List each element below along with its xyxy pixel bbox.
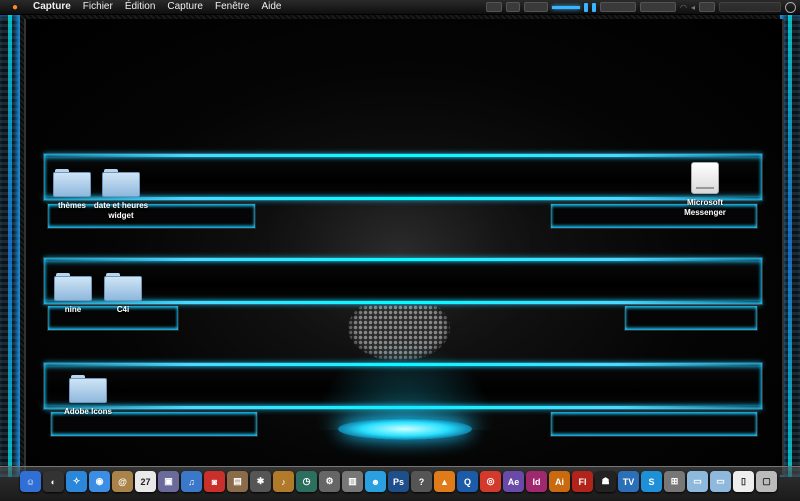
folder-icon	[104, 273, 142, 301]
menu-capture[interactable]: Capture	[161, 0, 209, 14]
safari-icon[interactable]: ✧	[66, 471, 87, 492]
network-meter-icon[interactable]	[592, 2, 596, 12]
finder-icon[interactable]: ☺	[20, 471, 41, 492]
desktop-icon-label: C4i	[116, 305, 130, 314]
toolbox-icon[interactable]: ▥	[342, 471, 363, 492]
status-item-icon[interactable]	[486, 2, 502, 12]
menu-bar: ● Capture Fichier Édition Capture Fenêtr…	[0, 0, 800, 15]
status-menu-area: ◠ ◂	[486, 0, 796, 14]
menu-fenetre[interactable]: Fenêtre	[209, 0, 255, 14]
desktop-app-microsoft-messenger[interactable]: Microsoft Messenger	[670, 162, 740, 218]
desktop-icon-label: Adobe Icons	[63, 407, 112, 416]
desktop-icon-label: nine	[64, 305, 82, 314]
itunes-icon[interactable]: ♫	[181, 471, 202, 492]
pedestal-light-beam	[315, 340, 495, 430]
automator-icon[interactable]: ✱	[250, 471, 271, 492]
shelf-ledge-right	[624, 305, 758, 331]
photo-booth-icon[interactable]: ◙	[204, 471, 225, 492]
photoshop-icon[interactable]: Ps	[388, 471, 409, 492]
apple-icon[interactable]: ●	[9, 1, 21, 13]
menu-edition[interactable]: Édition	[119, 0, 162, 14]
glowing-pedestal-decoration	[330, 418, 482, 466]
status-item-icon[interactable]	[600, 2, 636, 12]
applications-folder-icon[interactable]: ▭	[687, 471, 708, 492]
time-machine-icon[interactable]: ◷	[296, 471, 317, 492]
ninja-icon[interactable]: ☗	[595, 471, 616, 492]
battery-icon[interactable]	[699, 2, 715, 12]
dashboard-icon[interactable]: ◐	[43, 471, 64, 492]
cpu-meter-icon[interactable]	[552, 5, 580, 9]
skype-icon[interactable]: S	[641, 471, 662, 492]
messenger-icon[interactable]: ☻	[365, 471, 386, 492]
desktop-icon-label: thèmes	[57, 201, 86, 210]
shelf-ledge-right	[550, 411, 758, 437]
indesign-icon[interactable]: Id	[526, 471, 547, 492]
help-icon[interactable]: ?	[411, 471, 432, 492]
tv-icon[interactable]: TV	[618, 471, 639, 492]
disk-image-icon	[691, 162, 719, 194]
ical-icon[interactable]: 27	[135, 471, 156, 492]
menu-aide[interactable]: Aide	[255, 0, 287, 14]
desktop-folder-date-et-heures-widget[interactable]: date et heures widget	[86, 169, 156, 221]
garageband-icon[interactable]: ♪	[273, 471, 294, 492]
calculator-icon[interactable]: ⊞	[664, 471, 685, 492]
menu-fichier[interactable]: Fichier	[77, 0, 119, 14]
flash-icon[interactable]: Fl	[572, 471, 593, 492]
left-frame-decoration	[0, 15, 20, 477]
dock-icon-list: ☺ ◐ ✧ ◉ @27 ▣ ♫ ◙ ▤ ✱ ♪ ◷ ⚙ ▥ ☻ Ps? ▲ Q ◎ Ae Id Ai Fl ☗ TV S ⊞ ▭ ▭ ▯ ▢	[20, 471, 777, 492]
illustrator-icon[interactable]: Ai	[549, 471, 570, 492]
desktop-icon-label: Microsoft Messenger	[684, 198, 726, 217]
quicktime-icon[interactable]: Q	[457, 471, 478, 492]
clock-status-item[interactable]	[719, 2, 781, 12]
folder-icon	[69, 375, 107, 403]
folder-icon	[54, 273, 92, 301]
documents-folder-icon[interactable]: ▭	[710, 471, 731, 492]
menu-capture-app[interactable]: Capture	[27, 0, 77, 14]
address-book-icon[interactable]: @	[112, 471, 133, 492]
spotlight-search-icon[interactable]	[785, 1, 796, 13]
ichat-icon[interactable]: ◉	[89, 471, 110, 492]
preview-icon[interactable]: ▣	[158, 471, 179, 492]
after-effects-icon[interactable]: Ae	[503, 471, 524, 492]
trash-icon[interactable]: ▢	[756, 471, 777, 492]
desktop-folder-c4i[interactable]: C4i	[88, 273, 158, 315]
memory-meter-icon[interactable]	[584, 2, 588, 12]
desktop-folder-adobe-icons[interactable]: Adobe Icons	[53, 375, 123, 417]
status-item-icon[interactable]	[506, 2, 520, 12]
volume-icon[interactable]: ◂	[691, 3, 695, 12]
document-icon[interactable]: ▯	[733, 471, 754, 492]
iphoto-icon[interactable]: ▤	[227, 471, 248, 492]
status-item-icon[interactable]	[640, 2, 676, 12]
system-preferences-icon[interactable]: ⚙	[319, 471, 340, 492]
chrome-icon[interactable]: ◎	[480, 471, 501, 492]
wifi-icon[interactable]: ◠	[680, 3, 687, 12]
folder-icon	[102, 169, 140, 197]
vlc-icon[interactable]: ▲	[434, 471, 455, 492]
status-item-icon[interactable]	[524, 2, 548, 12]
desktop-icon-label: date et heures widget	[93, 201, 149, 220]
dock: ☺ ◐ ✧ ◉ @27 ▣ ♫ ◙ ▤ ✱ ♪ ◷ ⚙ ▥ ☻ Ps? ▲ Q ◎ Ae Id Ai Fl ☗ TV S ⊞ ▭ ▭ ▯ ▢	[0, 466, 800, 501]
